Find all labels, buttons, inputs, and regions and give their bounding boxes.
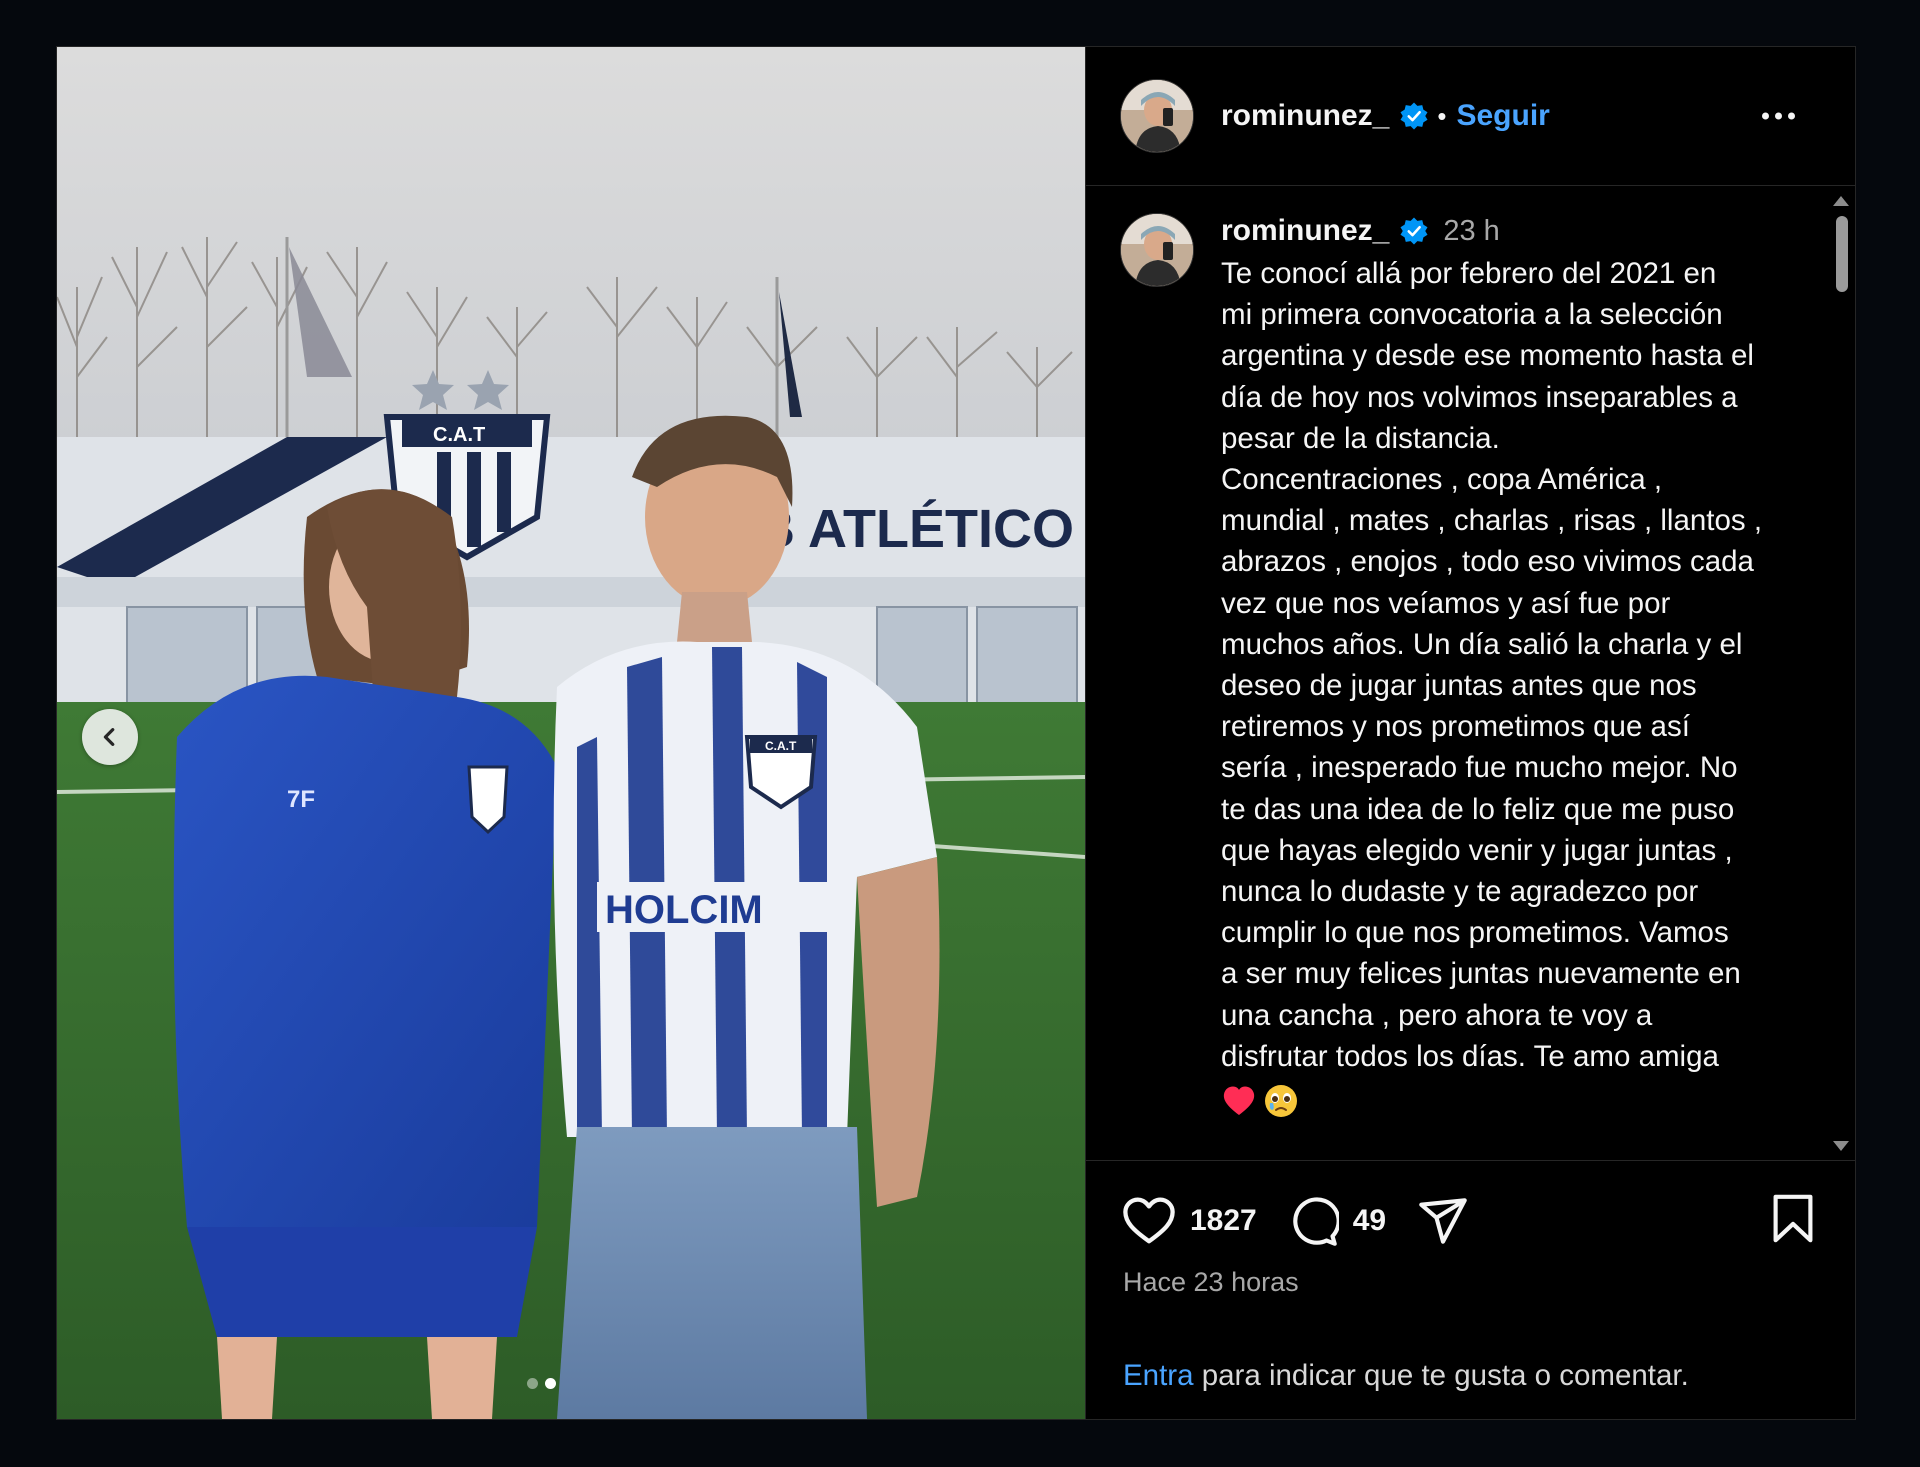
login-link[interactable]: Entra xyxy=(1123,1359,1194,1392)
caption-emojis xyxy=(1221,1083,1801,1119)
scroll-thumb[interactable] xyxy=(1836,216,1848,292)
chevron-left-icon xyxy=(103,728,115,746)
bookmark-icon xyxy=(1773,1194,1813,1243)
like-count: 1827 xyxy=(1190,1204,1257,1237)
scroll-down-arrow-icon[interactable] xyxy=(1833,1141,1849,1151)
separator-dot: • xyxy=(1437,100,1447,131)
shirt-crest-text: C.A.T xyxy=(765,739,797,753)
more-options-icon[interactable] xyxy=(1752,103,1805,130)
like-button[interactable]: 1827 xyxy=(1122,1196,1257,1246)
share-icon xyxy=(1419,1198,1467,1244)
post-side-panel: rominunez_ • Seguir rominunez_ 23 h Te c… xyxy=(1085,47,1855,1419)
save-button[interactable] xyxy=(1771,1194,1815,1249)
carousel-dot xyxy=(544,1378,556,1389)
action-bar: 1827 49 xyxy=(1086,1161,1855,1281)
post-dialog: UB ATLÉTICO T C.A.T 7F HOLCIM C.A.T romi… xyxy=(56,46,1856,1420)
crying-face-emoji xyxy=(1265,1085,1297,1118)
carousel-prev-button[interactable] xyxy=(82,709,138,765)
carousel-dot xyxy=(526,1378,538,1389)
caption-row: rominunez_ 23 h Te conocí allá por febre… xyxy=(1120,213,1815,1119)
building-crest-text: C.A.T xyxy=(433,424,485,446)
comment-icon xyxy=(1293,1197,1339,1246)
login-prompt-text: para indicar que te gusta o comentar. xyxy=(1193,1359,1689,1392)
footer-area: Entra para indicar que te gusta o coment… xyxy=(1086,1298,1855,1419)
scroll-up-arrow-icon[interactable] xyxy=(1833,196,1849,206)
follow-button[interactable]: Seguir xyxy=(1456,99,1549,133)
caption-scrollbar[interactable] xyxy=(1827,186,1855,1160)
heart-icon xyxy=(1123,1197,1175,1244)
caption-username[interactable]: rominunez_ xyxy=(1221,214,1389,248)
caption-author-avatar[interactable] xyxy=(1120,213,1194,287)
caption-section: rominunez_ 23 h Te conocí allá por febre… xyxy=(1086,186,1855,1161)
heart-emoji xyxy=(1223,1086,1255,1116)
shirt-sponsor-text: HOLCIM xyxy=(605,888,763,932)
post-header: rominunez_ • Seguir xyxy=(1086,47,1855,186)
caption-meta: rominunez_ 23 h xyxy=(1221,213,1801,249)
verified-badge-icon xyxy=(1400,102,1428,130)
share-button[interactable] xyxy=(1416,1196,1470,1246)
caption-timestamp[interactable]: 23 h xyxy=(1443,215,1499,248)
author-avatar[interactable] xyxy=(1120,79,1194,153)
author-username[interactable]: rominunez_ xyxy=(1221,99,1389,133)
caption-body: rominunez_ 23 h Te conocí allá por febre… xyxy=(1221,213,1801,1119)
avatar-image xyxy=(1121,214,1193,286)
verified-badge-icon xyxy=(1400,217,1428,245)
login-prompt: Entra para indicar que te gusta o coment… xyxy=(1123,1359,1689,1393)
comment-button[interactable]: 49 xyxy=(1287,1195,1386,1247)
post-photo: UB ATLÉTICO T C.A.T 7F HOLCIM C.A.T xyxy=(57,47,1085,1419)
comment-count: 49 xyxy=(1352,1204,1387,1237)
jacket-tag-text: 7F xyxy=(287,786,315,813)
carousel-indicator xyxy=(57,1378,1085,1389)
post-media: UB ATLÉTICO T C.A.T 7F HOLCIM C.A.T xyxy=(57,47,1085,1419)
avatar-image xyxy=(1121,80,1193,152)
caption-text: Te conocí allá por febrero del 2021 en m… xyxy=(1221,257,1763,1073)
